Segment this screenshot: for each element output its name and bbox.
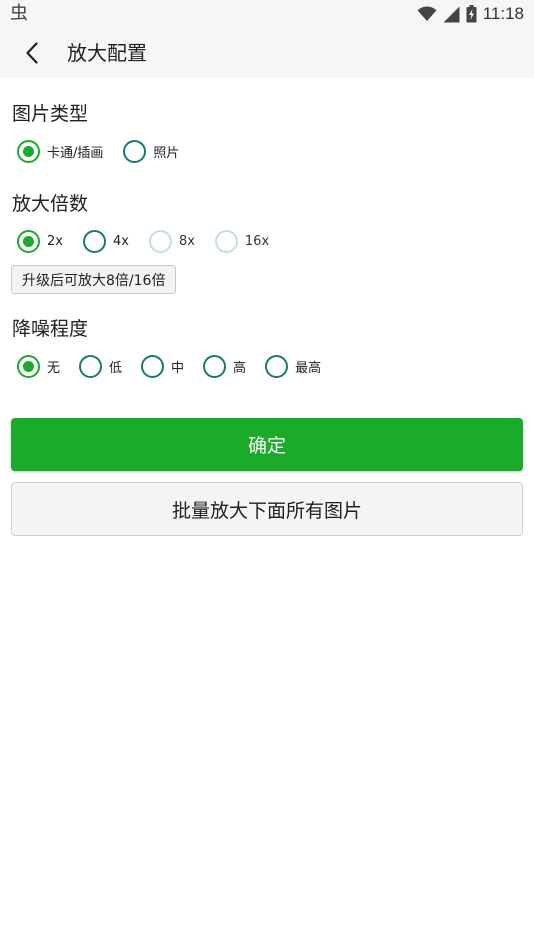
radio-denoise-low[interactable]: 低	[79, 354, 123, 378]
radio-denoise-high[interactable]: 高	[203, 354, 247, 378]
radio-denoise-highest[interactable]: 最高	[265, 354, 322, 378]
radio-unchecked-icon	[265, 354, 289, 378]
chevron-left-icon	[26, 42, 38, 64]
radio-denoise-medium[interactable]: 中	[141, 354, 185, 378]
status-icons: 11:18	[417, 2, 524, 26]
radio-unchecked-icon	[79, 354, 103, 378]
radio-label: 4x	[112, 233, 129, 249]
radio-denoise-none[interactable]: 无	[17, 354, 61, 378]
radio-scale-16x[interactable]: 16x	[214, 229, 270, 253]
radio-unchecked-icon	[82, 229, 106, 253]
confirm-button[interactable]: 确定	[11, 418, 523, 471]
radio-scale-8x[interactable]: 8x	[148, 229, 195, 253]
upgrade-button[interactable]: 升级后可放大8倍/16倍	[11, 265, 177, 294]
radio-disabled-icon	[214, 229, 238, 253]
radio-label: 高	[233, 360, 247, 376]
radio-label: 低	[109, 360, 123, 376]
radio-checked-icon	[17, 139, 40, 163]
scale-title: 放大倍数	[12, 193, 89, 215]
radio-checked-icon	[17, 354, 40, 378]
radio-label: 最高	[295, 360, 322, 376]
battery-charging-icon	[466, 5, 477, 23]
radio-label: 中	[171, 360, 185, 376]
radio-label: 16x	[244, 233, 270, 249]
status-time: 11:18	[482, 4, 524, 23]
page-title: 放大配置	[67, 41, 147, 65]
status-bar: 虫 11:18	[0, 0, 534, 28]
radio-checked-icon	[17, 229, 40, 253]
back-button[interactable]	[14, 36, 50, 70]
denoise-title: 降噪程度	[12, 318, 89, 340]
radio-unchecked-icon	[141, 354, 165, 378]
app-bar: 放大配置	[0, 28, 534, 78]
radio-label: 卡通/插画	[47, 145, 104, 161]
bug-icon: 虫	[10, 3, 28, 24]
radio-label: 照片	[153, 145, 180, 161]
radio-unchecked-icon	[123, 139, 147, 163]
radio-label: 8x	[178, 233, 195, 249]
signal-icon	[443, 6, 460, 22]
scale-group: 2x 4x 8x 16x	[17, 228, 289, 254]
radio-disabled-icon	[148, 229, 172, 253]
radio-cartoon[interactable]: 卡通/插画	[17, 139, 104, 163]
radio-scale-4x[interactable]: 4x	[82, 229, 129, 253]
radio-unchecked-icon	[203, 354, 227, 378]
radio-scale-2x[interactable]: 2x	[17, 229, 63, 253]
radio-photo[interactable]: 照片	[123, 139, 180, 163]
image-type-group: 卡通/插画 照片	[17, 138, 199, 164]
batch-enlarge-button[interactable]: 批量放大下面所有图片	[11, 482, 523, 536]
radio-label: 无	[47, 360, 61, 376]
radio-label: 2x	[47, 233, 63, 249]
image-type-title: 图片类型	[12, 103, 89, 125]
denoise-group: 无 低 中 高 最高	[17, 353, 341, 379]
wifi-icon	[417, 6, 437, 22]
